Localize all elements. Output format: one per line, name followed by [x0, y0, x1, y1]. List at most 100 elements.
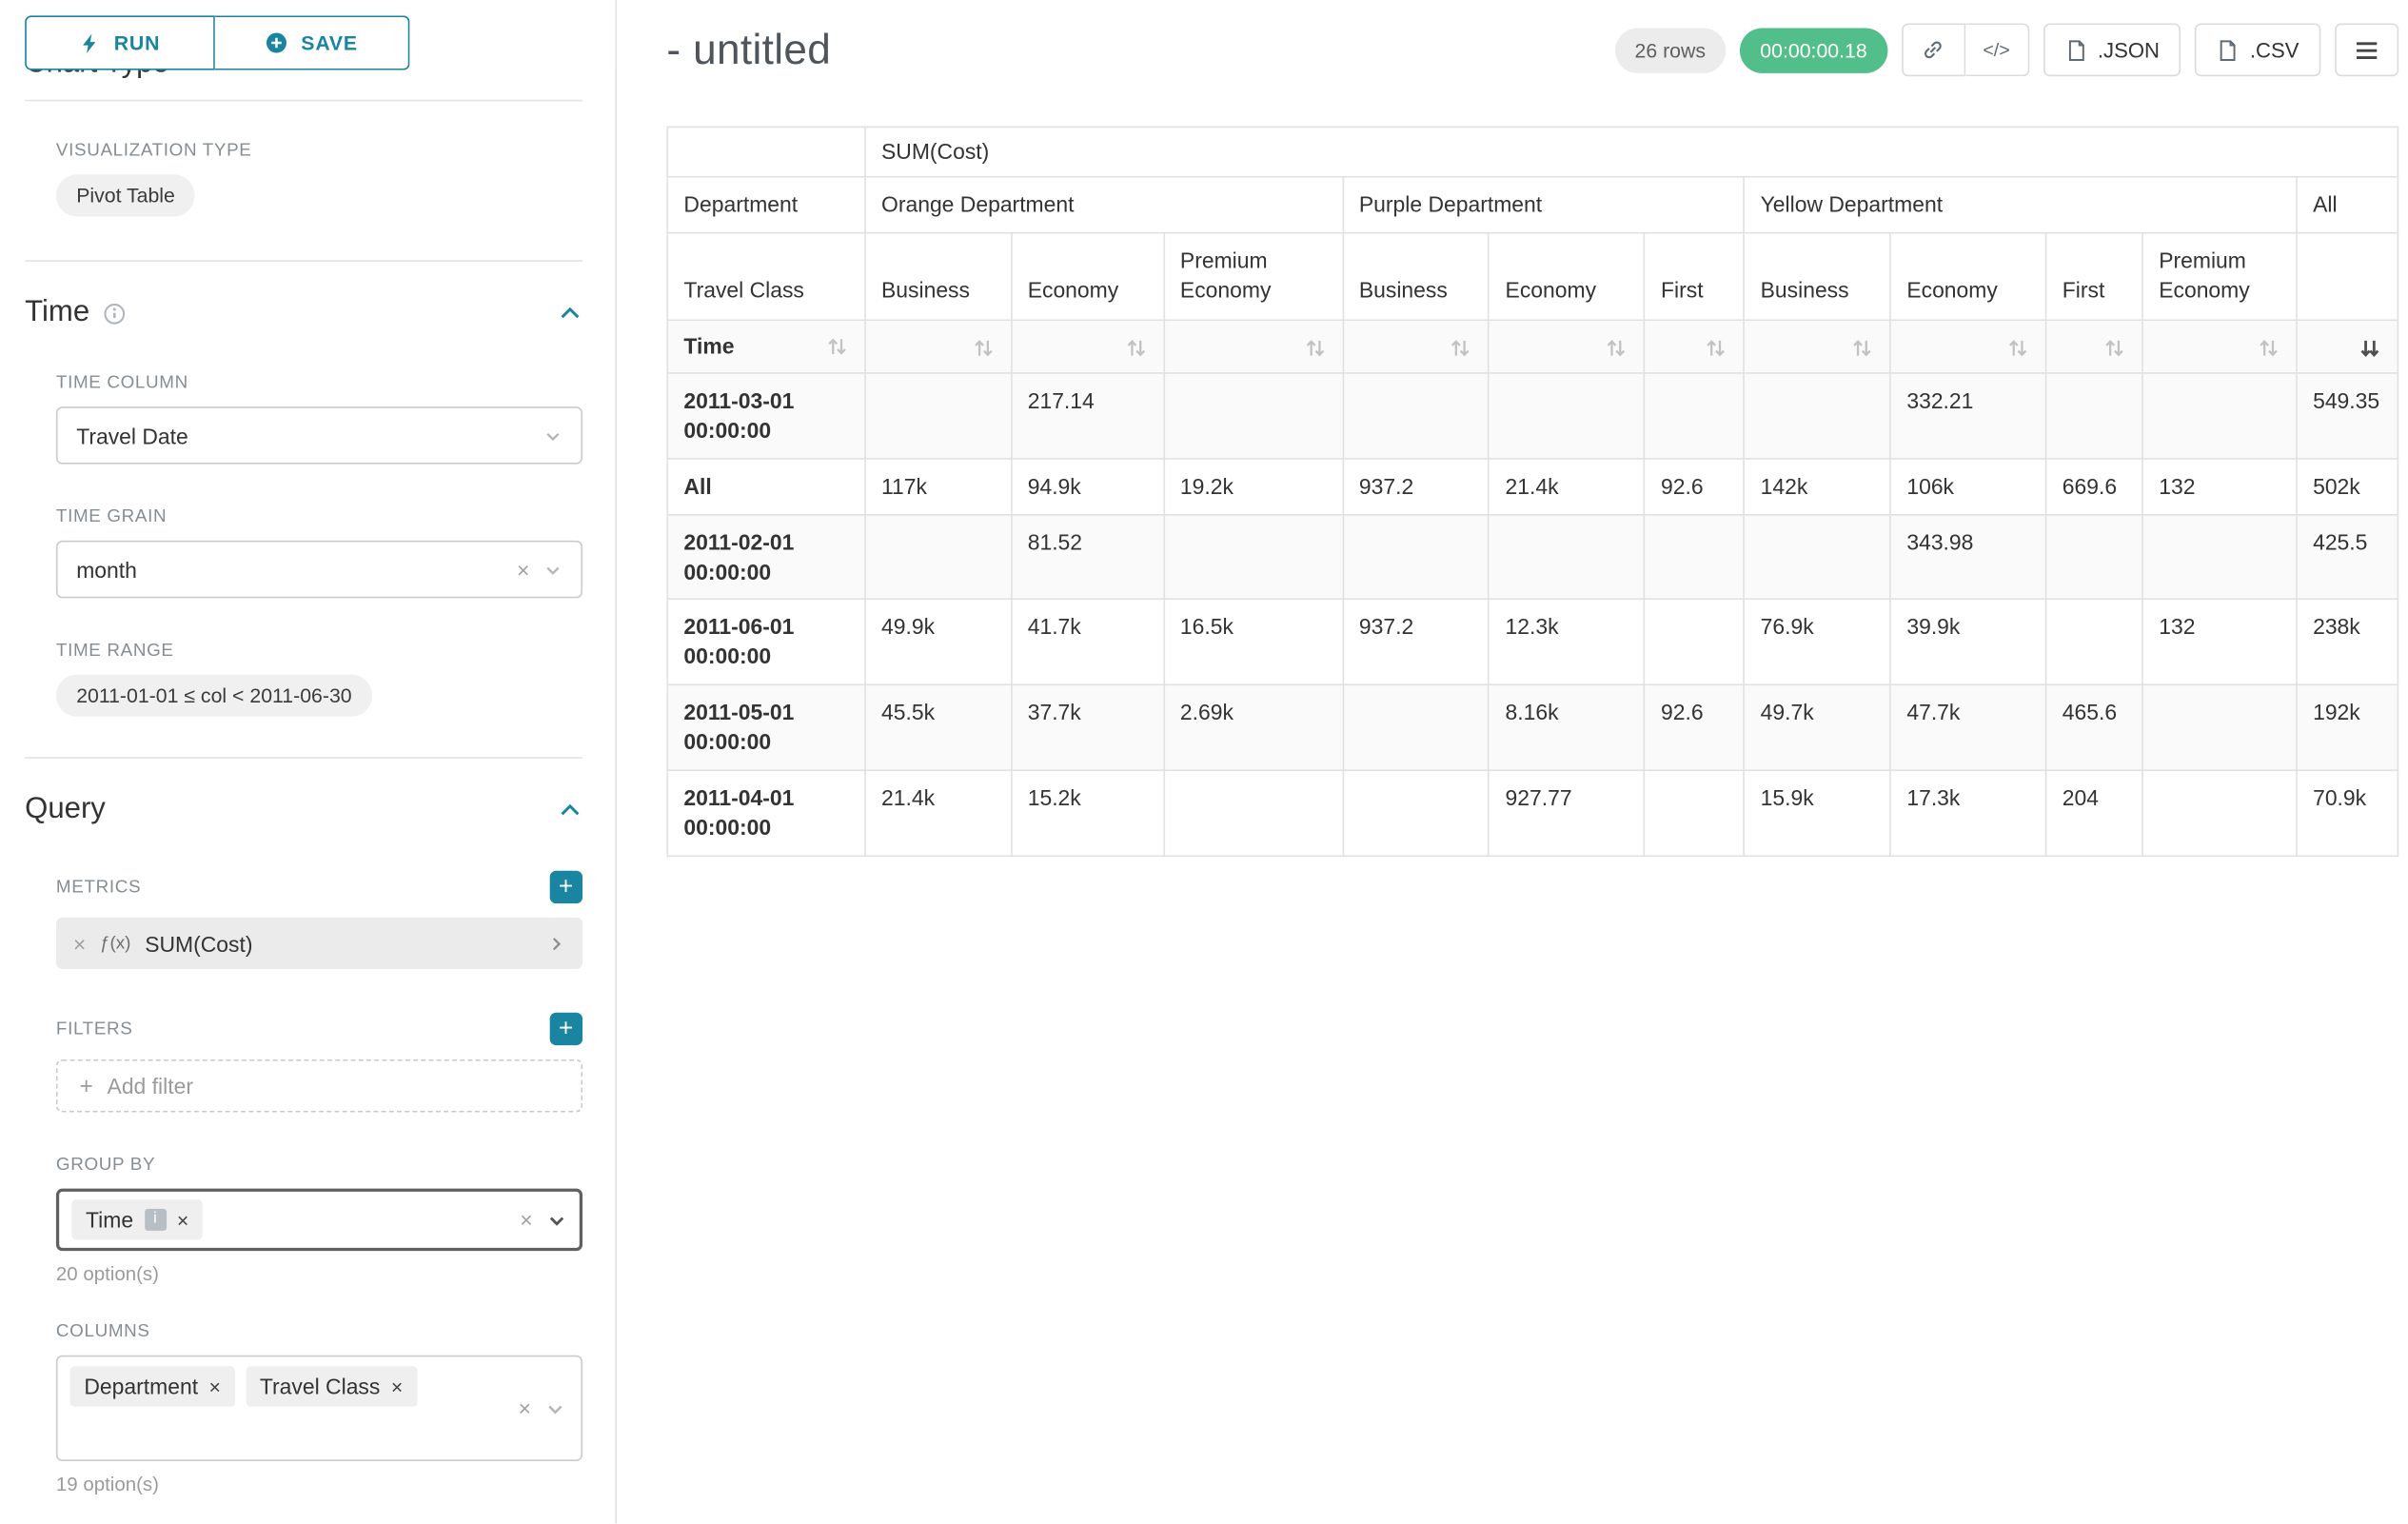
- value-cell: [865, 373, 1012, 459]
- columns-tag[interactable]: Department ×: [70, 1366, 235, 1407]
- clear-icon[interactable]: ×: [519, 1397, 531, 1419]
- embed-code-button[interactable]: </>: [1965, 24, 2029, 77]
- query-section: METRICS + × ƒ(x) SUM(Cost) FILTERS + + A…: [25, 871, 582, 1495]
- clear-icon[interactable]: ×: [520, 1209, 532, 1231]
- column-sort-cell[interactable]: [865, 320, 1012, 373]
- remove-tag-icon[interactable]: ×: [209, 1376, 221, 1396]
- plus-circle-icon: [266, 31, 289, 55]
- sort-icon: [1850, 336, 1874, 360]
- value-cell: [1343, 685, 1490, 771]
- value-cell: [2142, 373, 2297, 459]
- sort-icon: [2006, 336, 2030, 360]
- copy-link-button[interactable]: [1902, 24, 1965, 77]
- value-cell: [865, 514, 1012, 600]
- time-column-select[interactable]: Travel Date: [56, 406, 582, 465]
- table-row: 2011-04-01 00:00:0021.4k15.2k927.7715.9k…: [667, 770, 2398, 856]
- export-json-label: .JSON: [2098, 38, 2160, 62]
- chart-title[interactable]: - untitled: [666, 26, 831, 74]
- sort-icon: [1605, 336, 1628, 360]
- travel-class-cell: [2297, 233, 2398, 321]
- metric-chip[interactable]: × ƒ(x) SUM(Cost): [56, 918, 582, 969]
- column-sort-cell[interactable]: [1645, 320, 1745, 373]
- row-count-badge: 26 rows: [1614, 28, 1726, 72]
- columns-select[interactable]: Department × Travel Class × ×: [56, 1356, 582, 1461]
- sort-icon: [825, 335, 849, 359]
- plus-icon: +: [79, 1073, 92, 1099]
- caret-down-icon: [545, 1398, 565, 1418]
- time-section-title: Time: [25, 296, 89, 330]
- run-label: RUN: [114, 31, 161, 55]
- time-column-label: TIME COLUMN: [56, 374, 582, 393]
- chevron-up-icon[interactable]: [558, 301, 582, 326]
- filters-label: FILTERS: [56, 1019, 133, 1039]
- column-sort-cell[interactable]: [2297, 320, 2398, 373]
- chevron-up-icon[interactable]: [558, 798, 582, 822]
- remove-metric-icon[interactable]: ×: [73, 932, 86, 954]
- column-sort-cell[interactable]: [1744, 320, 1890, 373]
- value-cell: 16.5k: [1164, 600, 1343, 685]
- superset-explore-view: RUN SAVE Chart Type VISUALIZATION TYPE P…: [0, 0, 2408, 1523]
- time-section-header[interactable]: Time: [25, 296, 582, 330]
- travel-class-cell: Business: [865, 233, 1012, 321]
- value-cell: 37.7k: [1012, 685, 1164, 771]
- time-range-chip[interactable]: 2011-01-01 ≤ col < 2011-06-30: [56, 675, 372, 717]
- hamburger-menu-icon: [2355, 40, 2378, 60]
- remove-tag-icon[interactable]: ×: [391, 1376, 403, 1396]
- divider: [25, 100, 582, 102]
- sort-icon: [1450, 336, 1473, 360]
- remove-tag-icon[interactable]: ×: [177, 1210, 188, 1230]
- column-sort-cell[interactable]: [2142, 320, 2297, 373]
- metric-header-cell: SUM(Cost): [865, 127, 2398, 176]
- save-button[interactable]: SAVE: [215, 15, 410, 69]
- value-cell: 204: [2046, 770, 2142, 856]
- value-cell: [1343, 770, 1490, 856]
- group-by-tag[interactable]: Time i ×: [71, 1199, 203, 1240]
- value-cell: 47.7k: [1890, 685, 2045, 771]
- column-sort-cell[interactable]: [2046, 320, 2142, 373]
- export-csv-button[interactable]: .CSV: [2196, 24, 2321, 77]
- query-section-header[interactable]: Query: [25, 793, 582, 827]
- run-button[interactable]: RUN: [25, 15, 215, 69]
- column-sort-cell[interactable]: [1489, 320, 1644, 373]
- department-group-cell: All: [2297, 177, 2398, 233]
- value-cell: 19.2k: [1164, 459, 1343, 515]
- value-cell: [1645, 600, 1745, 685]
- travel-class-cell: Economy: [1012, 233, 1164, 321]
- export-json-button[interactable]: .JSON: [2043, 24, 2181, 77]
- row-header-cell: 2011-05-01 00:00:00: [667, 685, 865, 771]
- value-cell: 70.9k: [2297, 770, 2398, 856]
- chart-header: - untitled 26 rows 00:00:00.18 </> .JSON: [666, 24, 2398, 77]
- time-grain-select[interactable]: month ×: [56, 541, 582, 599]
- caret-right-icon[interactable]: [546, 934, 565, 953]
- value-cell: 17.3k: [1890, 770, 2045, 856]
- add-filter-dropzone[interactable]: + Add filter: [56, 1059, 582, 1113]
- department-group-cell: Purple Department: [1343, 177, 1745, 233]
- fx-icon: ƒ(x): [100, 934, 130, 953]
- row-header-cell: 2011-04-01 00:00:00: [667, 770, 865, 856]
- value-cell: 8.16k: [1489, 685, 1644, 771]
- column-sort-cell[interactable]: [1012, 320, 1164, 373]
- value-cell: [1164, 514, 1343, 600]
- add-filter-button[interactable]: +: [550, 1013, 582, 1045]
- divider: [25, 260, 582, 262]
- group-by-select[interactable]: Time i × ×: [56, 1189, 582, 1251]
- column-sort-cell[interactable]: [1164, 320, 1343, 373]
- sort-icon: [1705, 336, 1728, 360]
- metric-name: SUM(Cost): [145, 931, 252, 956]
- info-icon: [102, 302, 126, 326]
- info-icon: i: [145, 1209, 167, 1231]
- columns-tag[interactable]: Travel Class ×: [246, 1366, 417, 1407]
- add-metric-button[interactable]: +: [550, 871, 582, 903]
- clear-icon[interactable]: ×: [517, 559, 529, 581]
- group-by-label: GROUP BY: [56, 1156, 582, 1175]
- column-sort-cell[interactable]: [1343, 320, 1490, 373]
- divider: [25, 757, 582, 759]
- group-by-tag-label: Time: [86, 1207, 133, 1232]
- value-cell: 549.35: [2297, 373, 2398, 459]
- menu-button[interactable]: [2335, 24, 2398, 77]
- time-sort-header-cell[interactable]: Time: [667, 320, 865, 373]
- visualization-type-chip[interactable]: Pivot Table: [56, 174, 195, 216]
- column-sort-cell[interactable]: [1890, 320, 2045, 373]
- value-cell: [2046, 373, 2142, 459]
- columns-tag-label: Travel Class: [260, 1374, 380, 1398]
